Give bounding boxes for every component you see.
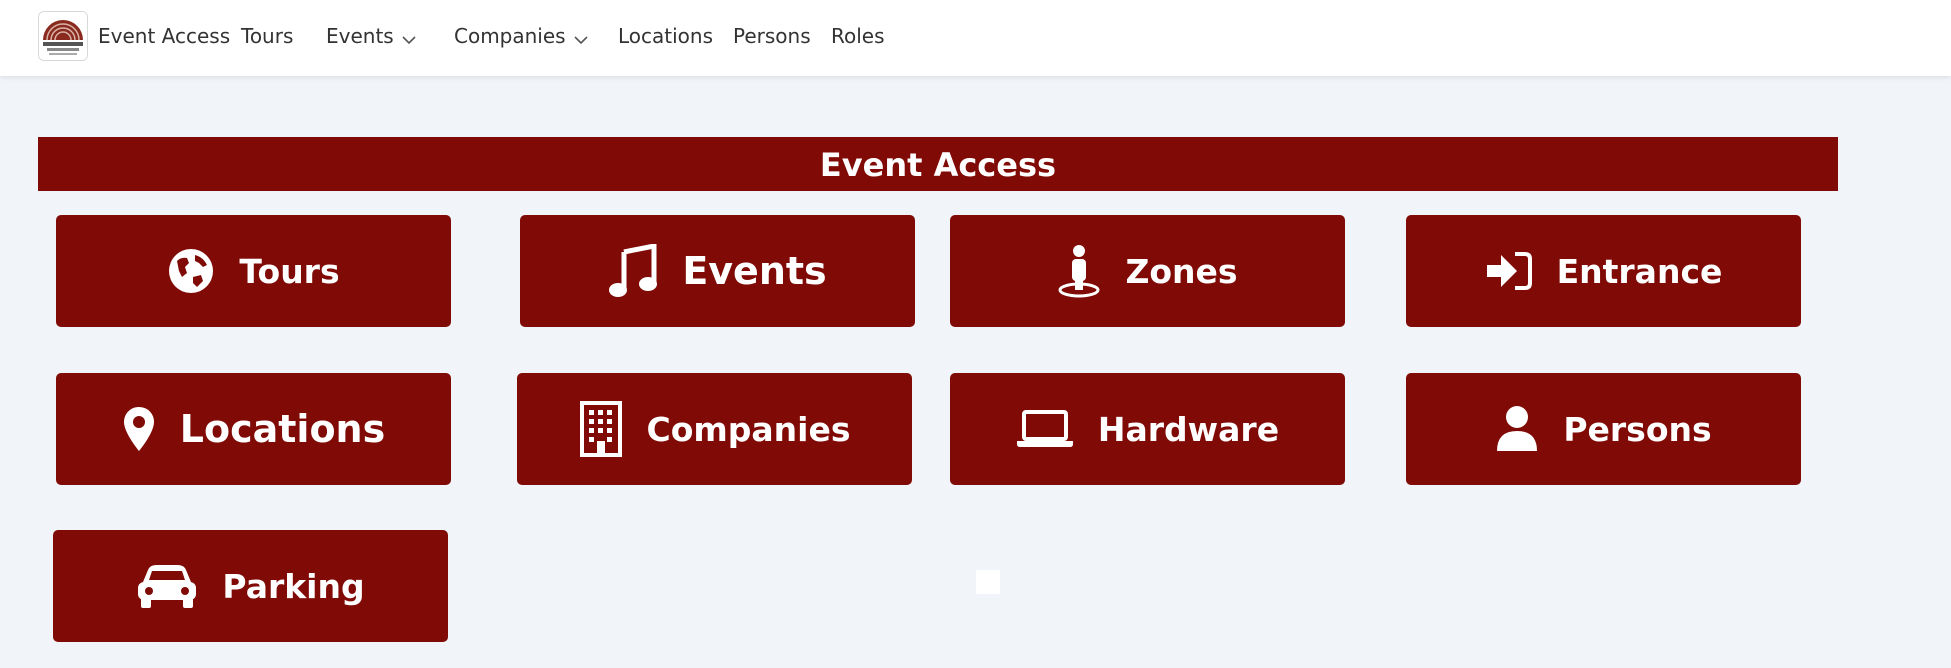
entrance-tile-label: Entrance <box>1556 251 1723 291</box>
music-note-icon <box>608 244 658 298</box>
tours-tile-button[interactable]: Tours <box>56 215 451 327</box>
person-pin-icon <box>1057 244 1101 298</box>
zones-tile-label: Zones <box>1125 251 1238 291</box>
nav-brand-link[interactable]: Event Access <box>98 22 230 50</box>
nav-persons-label: Persons <box>733 24 811 48</box>
locations-tile-label: Locations <box>179 407 386 451</box>
entrance-tile-button[interactable]: Entrance <box>1406 215 1801 327</box>
nav-events-dropdown[interactable]: Events <box>326 22 416 52</box>
building-icon <box>579 401 623 457</box>
car-icon <box>136 562 198 610</box>
map-marker-icon <box>122 405 156 453</box>
parking-tile-label: Parking <box>222 566 365 606</box>
locations-tile-button[interactable]: Locations <box>56 373 451 485</box>
sign-in-icon <box>1485 251 1533 291</box>
nav-tours-label: Tours <box>241 24 294 48</box>
hardware-tile-button[interactable]: Hardware <box>950 373 1345 485</box>
laptop-icon <box>1016 409 1074 449</box>
white-square-marker <box>976 570 1000 594</box>
events-tile-button[interactable]: Events <box>520 215 915 327</box>
chevron-down-icon <box>402 24 416 52</box>
nav-companies-label: Companies <box>454 24 566 48</box>
nav-tours-link[interactable]: Tours <box>241 22 293 50</box>
tours-tile-label: Tours <box>239 251 340 291</box>
top-navbar: Event Access Tours Events Companies Loca… <box>0 0 1951 76</box>
nav-roles-link[interactable]: Roles <box>831 22 885 50</box>
nav-companies-dropdown[interactable]: Companies <box>454 22 588 52</box>
events-tile-label: Events <box>682 249 827 293</box>
globe-icon <box>167 247 215 295</box>
nav-locations-label: Locations <box>618 24 714 48</box>
nav-events-label: Events <box>326 24 394 48</box>
nav-roles-label: Roles <box>831 24 885 48</box>
chevron-down-icon <box>574 24 588 52</box>
nav-persons-link[interactable]: Persons <box>733 22 811 50</box>
parking-tile-button[interactable]: Parking <box>53 530 448 642</box>
event-access-logo[interactable] <box>38 11 88 61</box>
nav-locations-link[interactable]: Locations <box>618 22 713 50</box>
zones-tile-button[interactable]: Zones <box>950 215 1345 327</box>
user-icon <box>1495 405 1539 453</box>
hardware-tile-label: Hardware <box>1097 409 1280 449</box>
companies-tile-button[interactable]: Companies <box>517 373 912 485</box>
companies-tile-label: Companies <box>646 409 851 449</box>
persons-tile-button[interactable]: Persons <box>1406 373 1801 485</box>
page-title-banner: Event Access <box>38 137 1838 191</box>
persons-tile-label: Persons <box>1563 409 1712 449</box>
